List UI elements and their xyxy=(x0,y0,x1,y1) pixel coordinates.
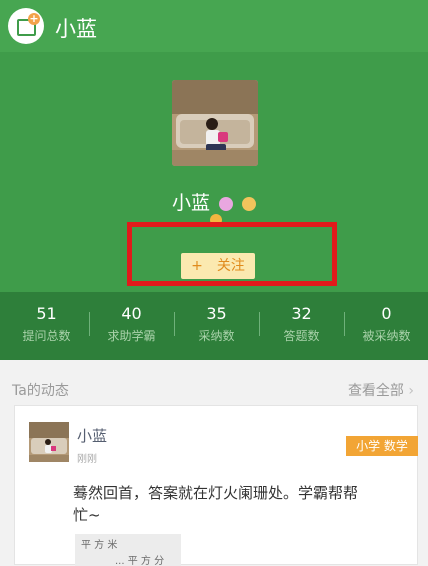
view-all-link[interactable]: 查看全部 › xyxy=(348,380,414,400)
stats-bar: 51 提问总数 40 求助学霸 35 采纳数 32 答题数 0 被采纳数 xyxy=(0,292,428,360)
activity-header: Ta的动态 查看全部 › xyxy=(0,373,428,405)
level-badge-icon xyxy=(219,196,233,211)
stat-label: 求助学霸 xyxy=(107,329,156,343)
plus-badge-icon: + xyxy=(28,12,40,25)
stat-value: 32 xyxy=(291,304,312,323)
activity-title: Ta的动态 xyxy=(12,383,69,399)
activity-card[interactable]: 小蓝 刚刚 小学 数学 蓦然回首，答案就在灯火阑珊处。学霸帮帮忙~ 平 方 米 … xyxy=(14,405,418,566)
stat-value: 0 xyxy=(381,304,392,323)
stat-value: 40 xyxy=(121,304,142,323)
subject-tag: 小学 数学 xyxy=(346,436,418,456)
stat-label: 采纳数 xyxy=(198,329,235,343)
top-title: 小蓝 xyxy=(55,17,97,41)
view-all-label: 查看全部 xyxy=(347,383,404,399)
profile-avatar[interactable] xyxy=(172,80,258,166)
stat-label: 提问总数 xyxy=(22,329,71,343)
post-username[interactable]: 小蓝 xyxy=(77,425,107,446)
top-bar: + 小蓝 xyxy=(0,0,428,52)
medal-badge-icon xyxy=(242,196,257,211)
post-image-text: ... 平 方 分 xyxy=(115,556,165,566)
post-time: 刚刚 xyxy=(77,454,97,465)
app-logo-button[interactable]: + xyxy=(8,8,44,44)
avatar-photo xyxy=(172,80,258,166)
post-text: 蓦然回首，答案就在灯火阑珊处。学霸帮帮忙~ xyxy=(73,484,359,524)
stat-adopted[interactable]: 35 采纳数 xyxy=(174,304,259,344)
stat-value: 35 xyxy=(206,304,227,323)
stat-label: 答题数 xyxy=(283,329,320,343)
stat-answers[interactable]: 32 答题数 xyxy=(259,304,344,344)
stat-value: 51 xyxy=(36,304,57,323)
post-avatar-photo xyxy=(29,422,69,462)
post-image-text: 平 方 米 xyxy=(81,540,118,551)
stat-got-adopted[interactable]: 0 被采纳数 xyxy=(344,304,428,344)
profile-name-row: 小蓝 xyxy=(0,188,428,215)
stat-questions[interactable]: 51 提问总数 xyxy=(4,304,89,344)
stat-label: 被采纳数 xyxy=(362,329,411,343)
post-avatar[interactable] xyxy=(29,422,69,462)
profile-name: 小蓝 xyxy=(171,192,210,214)
highlight-box xyxy=(127,222,337,286)
chevron-right-icon: › xyxy=(408,383,414,399)
post-image[interactable]: 平 方 米 ... 平 方 分 xyxy=(75,534,181,566)
stat-help-requests[interactable]: 40 求助学霸 xyxy=(89,304,174,344)
